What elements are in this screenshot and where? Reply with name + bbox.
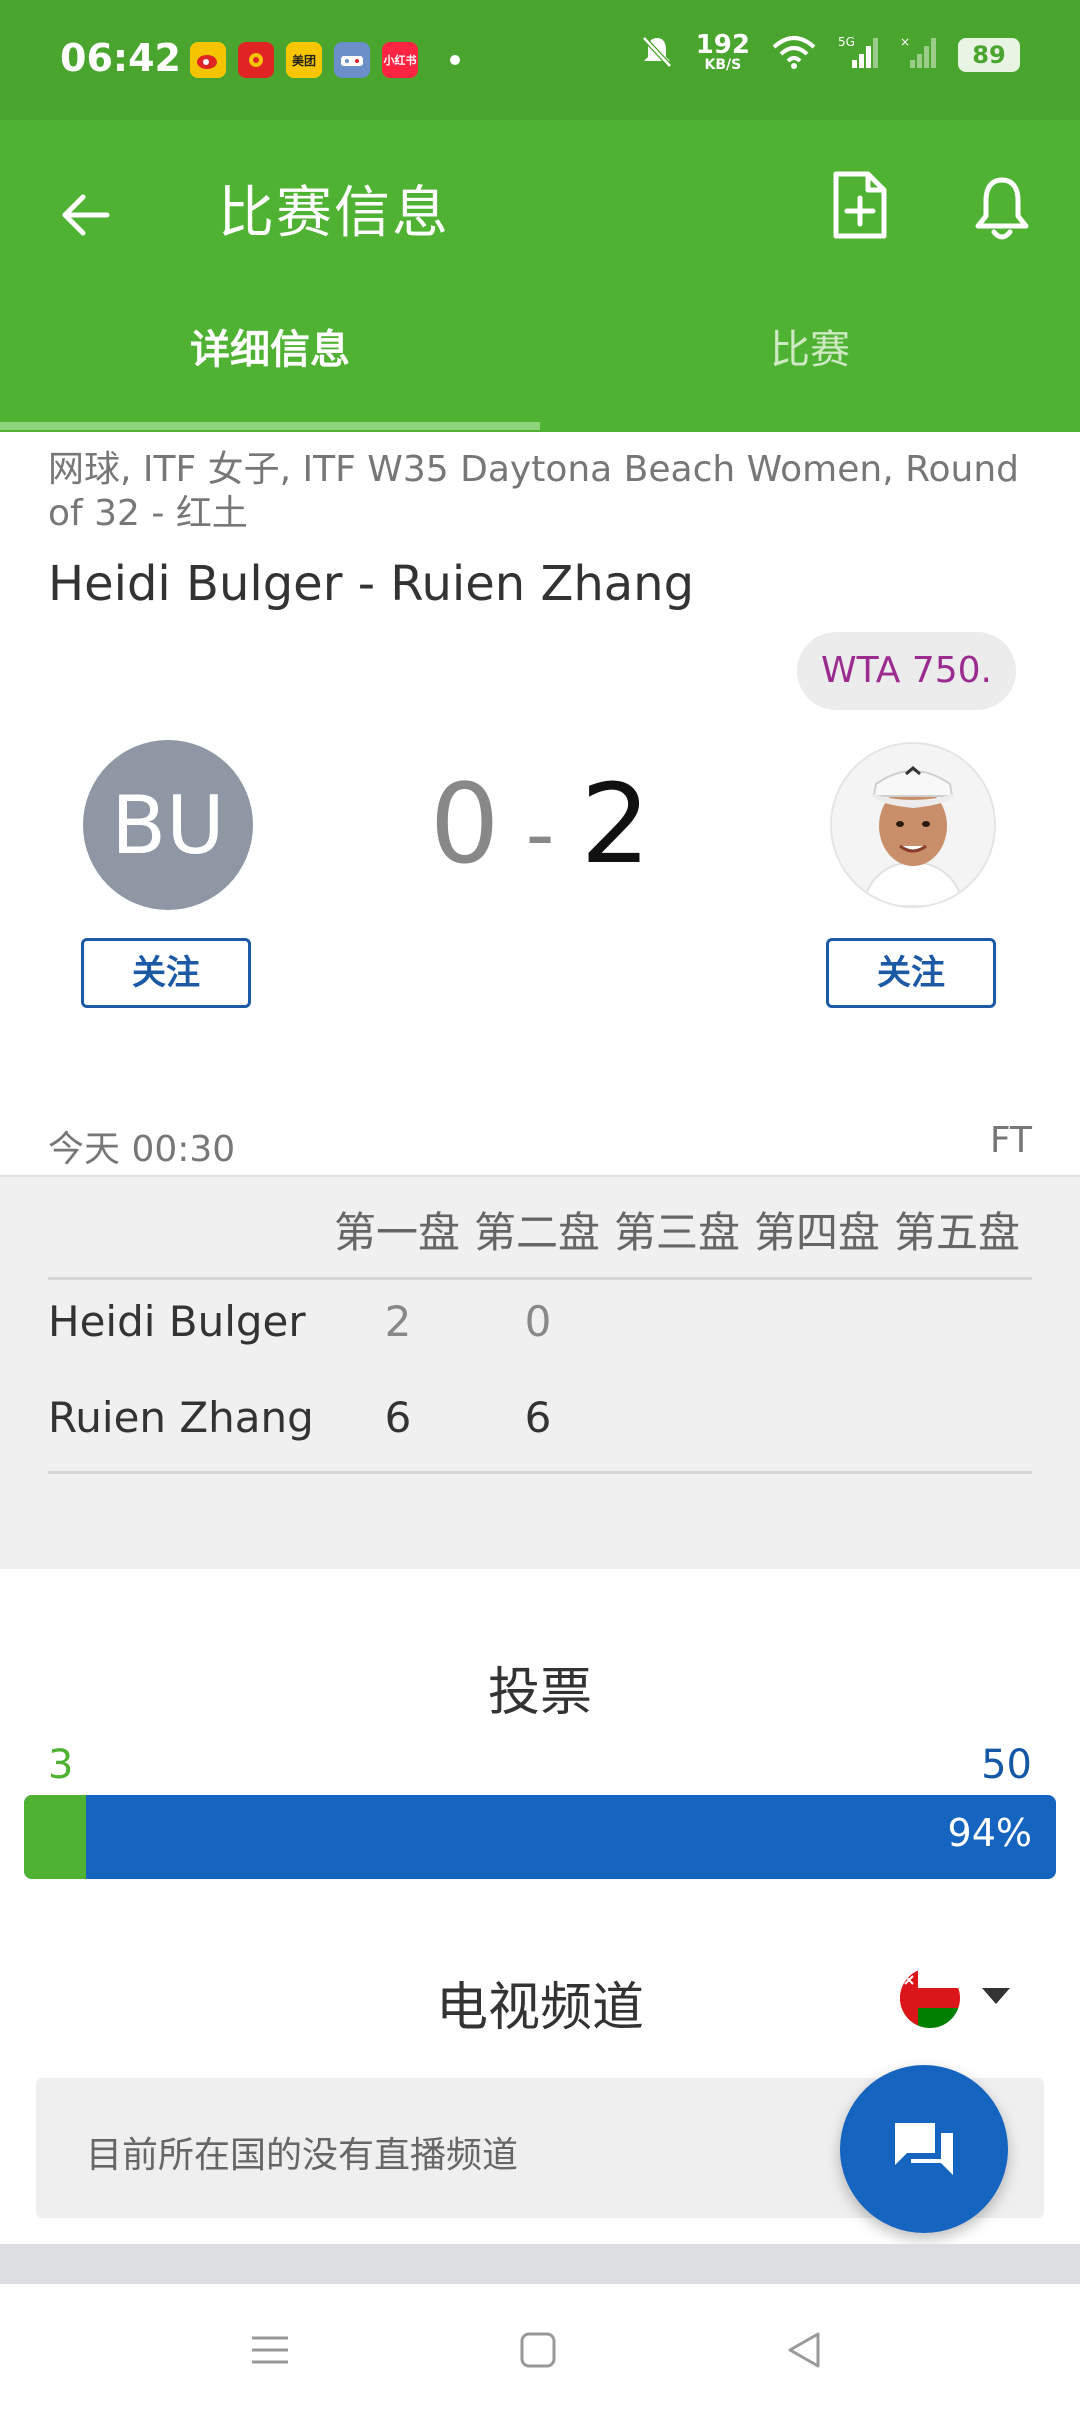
vote-away-count: 50 xyxy=(981,1742,1032,1788)
network-speed: 192 KB/S xyxy=(695,30,750,75)
app-bar: 比赛信息 详细信息 比赛 xyxy=(0,120,1080,432)
set-score: 0 xyxy=(524,1297,552,1346)
svg-text:×: × xyxy=(900,35,910,49)
bell-icon xyxy=(975,177,1029,240)
follow-away-button[interactable]: 关注 xyxy=(826,938,996,1008)
match-title: Heidi Bulger - Ruien Zhang xyxy=(48,556,695,612)
status-indicators: 192 KB/S 5G × 89 xyxy=(640,30,1020,76)
competition-info: 网球, ITF 女子, ITF W35 Daytona Beach Women,… xyxy=(48,449,1019,534)
home-score: 0 xyxy=(429,760,500,888)
match-time: 今天 00:30 xyxy=(48,1129,236,1170)
set-header: 第五盘 xyxy=(894,1208,1021,1257)
square-icon xyxy=(520,2332,556,2368)
vote-away-percent: 94% xyxy=(947,1811,1032,1855)
status-bar: 06:42 美团 小红书 192 KB/S 5G × 89 xyxy=(0,0,1080,120)
table-row-player: Heidi Bulger xyxy=(48,1297,306,1346)
score-separator: - xyxy=(525,788,555,881)
notification-button[interactable] xyxy=(972,172,1044,252)
country-dropdown-icon[interactable] xyxy=(982,1988,1010,2004)
tab-match[interactable]: 比赛 xyxy=(540,300,1080,410)
signal-5g-icon: 5G xyxy=(838,34,878,76)
triangle-back-icon xyxy=(788,2332,820,2368)
home-nav-button[interactable] xyxy=(508,2320,568,2380)
vote-title: 投票 xyxy=(487,1663,592,1723)
tier-badge[interactable]: WTA 750. xyxy=(796,632,1016,710)
add-to-calendar-button[interactable] xyxy=(830,170,900,250)
divider xyxy=(48,1471,1032,1474)
divider xyxy=(48,1277,1032,1280)
svg-text:5G: 5G xyxy=(838,35,855,49)
weibo-icon xyxy=(190,42,226,78)
meituan-icon: 美团 xyxy=(286,42,322,78)
away-score: 2 xyxy=(580,760,651,888)
battery-indicator: 89 xyxy=(958,38,1020,72)
notification-dot-icon xyxy=(450,55,460,65)
back-nav-button[interactable] xyxy=(774,2320,834,2380)
content-bottom-strip xyxy=(0,2244,1080,2284)
page-title: 比赛信息 xyxy=(218,181,450,246)
signal-sim2-icon: × xyxy=(900,34,936,76)
player-photo-icon xyxy=(832,744,994,906)
vote-home-count: 3 xyxy=(48,1742,74,1788)
status-app-icons: 美团 小红书 xyxy=(190,42,460,78)
sets-table: 第一盘 第二盘 第三盘 第四盘 第五盘 Heidi Bulger 2 0 Rui… xyxy=(0,1175,1080,1569)
set-score: 6 xyxy=(524,1393,552,1442)
game-app-icon xyxy=(334,42,370,78)
menu-icon xyxy=(252,2336,288,2364)
file-add-icon xyxy=(833,171,887,239)
system-navigation-bar xyxy=(0,2284,1080,2414)
vote-bar[interactable]: 94% xyxy=(24,1795,1056,1879)
away-player-avatar[interactable] xyxy=(830,742,996,908)
match-status: FT xyxy=(989,1120,1032,1161)
status-time: 06:42 xyxy=(60,36,181,80)
set-header: 第四盘 xyxy=(754,1208,881,1257)
menu-nav-button[interactable] xyxy=(240,2320,300,2380)
arrow-left-icon xyxy=(62,194,110,236)
set-score: 6 xyxy=(384,1393,412,1442)
follow-home-button[interactable]: 关注 xyxy=(81,938,251,1008)
set-header: 第一盘 xyxy=(334,1208,461,1257)
chat-fab-button[interactable] xyxy=(840,2065,1008,2233)
no-channels-message: 目前所在国的没有直播频道 xyxy=(86,2135,519,2176)
tab-details[interactable]: 详细信息 xyxy=(0,300,540,410)
wifi-icon xyxy=(772,35,816,75)
country-flag-icon[interactable] xyxy=(900,1968,960,2028)
set-score: 2 xyxy=(384,1297,412,1346)
network-speed-value: 192 xyxy=(695,30,750,60)
set-header: 第二盘 xyxy=(474,1208,601,1257)
back-button[interactable] xyxy=(50,180,120,250)
set-header: 第三盘 xyxy=(614,1208,741,1257)
chat-icon xyxy=(895,2123,953,2175)
red-app-icon xyxy=(238,42,274,78)
table-row-player: Ruien Zhang xyxy=(48,1393,314,1442)
mute-bell-icon xyxy=(640,34,674,76)
vote-bar-home-segment[interactable] xyxy=(24,1795,86,1879)
active-tab-indicator xyxy=(0,422,540,430)
xiaohongshu-icon: 小红书 xyxy=(382,42,418,78)
